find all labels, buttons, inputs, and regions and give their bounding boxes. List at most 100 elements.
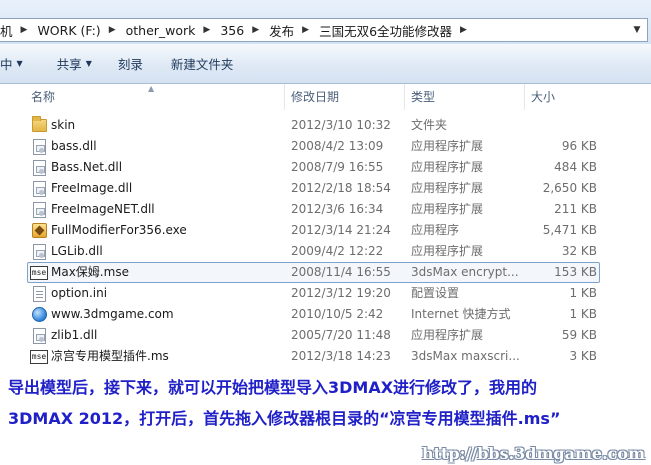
file-name: 凉宫专用模型插件.ms — [51, 349, 169, 363]
file-type: 3dsMax encrypt... — [411, 265, 519, 279]
file-name: www.3dmgame.com — [51, 307, 174, 321]
folder-icon — [30, 115, 48, 136]
file-size: 153 KB — [554, 265, 597, 279]
column-header-name[interactable]: 名称 — [27, 84, 285, 110]
breadcrumb-other-work[interactable]: other_work ▶ — [122, 19, 217, 41]
dll-file-icon-glyph — [32, 180, 46, 197]
caption-line-1: 导出模型后，接下来，就可以开始把模型导入3DMAX进行修改了，我用的 — [8, 378, 538, 397]
chevron-right-icon[interactable]: ▶ — [21, 25, 28, 35]
file-size: 32 KB — [561, 244, 597, 258]
folder-icon-glyph — [31, 116, 47, 132]
toolbar-new-folder-button[interactable]: 新建文件夹 — [165, 50, 240, 78]
file-modified-date: 2009/4/2 12:22 — [291, 244, 384, 258]
file-name: FreeImage.dll — [51, 181, 133, 195]
dll-file-icon — [30, 325, 48, 346]
toolbar-share-button[interactable]: 共享 ▼ — [51, 50, 98, 78]
column-header-type[interactable]: 类型 — [407, 84, 525, 110]
internet-shortcut-icon-glyph — [31, 307, 47, 322]
file-type: 应用程序扩展 — [411, 202, 484, 216]
file-size: 1 KB — [569, 307, 597, 321]
file-modified-date: 2010/10/5 2:42 — [291, 307, 384, 321]
breadcrumb-release[interactable]: 发布 ▶ — [265, 19, 315, 41]
file-row[interactable]: FreeImage.dll 2012/2/18 18:54 应用程序扩展 2,650 … — [0, 178, 651, 199]
file-name: FreeImageNET.dll — [51, 202, 155, 216]
file-type: Internet 快捷方式 — [411, 307, 511, 321]
file-modified-date: 2005/7/20 11:48 — [291, 328, 391, 342]
chevron-down-icon: ▼ — [85, 59, 92, 68]
file-name: option.ini — [51, 286, 108, 300]
chevron-right-icon[interactable]: ▶ — [460, 25, 467, 35]
file-modified-date: 2012/3/18 14:23 — [291, 349, 391, 363]
column-header-label: 大小 — [531, 90, 556, 104]
column-header-label: 修改日期 — [291, 90, 340, 104]
breadcrumb-computer[interactable]: 机 ▶ — [0, 19, 33, 41]
chevron-down-icon[interactable]: ▼ — [627, 19, 647, 41]
file-size: 2,650 KB — [542, 181, 597, 195]
mse-file-icon: mse — [30, 262, 48, 283]
chevron-right-icon[interactable]: ▶ — [302, 25, 309, 35]
file-row[interactable]: mse Max保姆.mse 2008/11/4 16:55 3dsMax encryp… — [0, 262, 651, 283]
chevron-right-icon[interactable]: ▶ — [109, 25, 116, 35]
watermark-text: http://bbs.3dmgame.com — [422, 444, 645, 463]
file-type: 应用程序扩展 — [411, 160, 484, 174]
toolbar-button-label: 刻录 — [117, 57, 143, 72]
file-row[interactable]: LGLib.dll 2009/4/2 12:22 应用程序扩展 32 KB — [0, 241, 651, 262]
ini-file-icon — [30, 283, 48, 304]
chevron-right-icon[interactable]: ▶ — [203, 25, 210, 35]
file-size: 484 KB — [554, 160, 597, 174]
dll-file-icon — [30, 199, 48, 220]
file-row[interactable]: Bass.Net.dll 2008/7/9 16:55 应用程序扩展 484 KB — [0, 157, 651, 178]
breadcrumb-current-folder[interactable]: 三国无双6全功能修改器 ▶ — [315, 19, 473, 41]
file-modified-date: 2008/11/4 16:55 — [291, 265, 391, 279]
toolbar-button-label: 共享 — [56, 57, 82, 72]
file-size: 1 KB — [569, 286, 597, 300]
file-row[interactable]: FreeImageNET.dll 2012/3/6 16:34 应用程序扩展 211 … — [0, 199, 651, 220]
file-size: 3 KB — [569, 349, 597, 363]
dll-file-icon-glyph — [32, 138, 46, 155]
file-row[interactable]: option.ini 2012/3/12 19:20 配置设置 1 KB — [0, 283, 651, 304]
dll-file-icon — [30, 241, 48, 262]
breadcrumb-label: other_work — [125, 22, 196, 38]
toolbar-button-label: 新建文件夹 — [170, 57, 234, 72]
file-name: LGLib.dll — [51, 244, 103, 258]
file-modified-date: 2012/3/12 19:20 — [291, 286, 391, 300]
file-type: 应用程序扩展 — [411, 139, 484, 153]
file-row[interactable]: www.3dmgame.com 2010/10/5 2:42 Internet 快捷… — [0, 304, 651, 325]
exe-app-icon — [30, 220, 48, 241]
file-row[interactable]: FullModifierFor356.exe 2012/3/14 21:24 应用程… — [0, 220, 651, 241]
file-modified-date: 2012/3/6 16:34 — [291, 202, 384, 216]
tutorial-caption: 导出模型后，接下来，就可以开始把模型导入3DMAX进行修改了，我用的 3DMAX… — [0, 372, 651, 465]
file-modified-date: 2012/2/18 18:54 — [291, 181, 391, 195]
column-header-date[interactable]: 修改日期 — [287, 84, 405, 110]
toolbar-include-in-library-button[interactable]: 中 ▼ — [0, 50, 29, 78]
breadcrumb-label: 三国无双6全功能修改器 — [319, 23, 453, 39]
file-name: FullModifierFor356.exe — [51, 223, 187, 237]
file-modified-date: 2012/3/10 10:32 — [291, 118, 391, 132]
ini-file-icon-glyph — [32, 285, 46, 302]
file-row[interactable]: zlib1.dll 2005/7/20 11:48 应用程序扩展 59 KB — [0, 325, 651, 346]
column-header-size[interactable]: 大小 — [527, 84, 607, 110]
breadcrumb-drive[interactable]: WORK (F:) ▶ — [33, 19, 121, 41]
dll-file-icon-glyph — [32, 159, 46, 176]
column-header-row: ▲ 名称 修改日期 类型 大小 — [0, 84, 651, 110]
file-row[interactable]: skin 2012/3/10 10:32 文件夹 — [0, 115, 651, 136]
file-type: 配置设置 — [411, 286, 460, 300]
dll-file-icon — [30, 178, 48, 199]
breadcrumb-label: 356 — [220, 22, 245, 38]
toolbar-burn-button[interactable]: 刻录 — [112, 50, 149, 78]
file-row[interactable]: bass.dll 2008/4/2 13:09 应用程序扩展 96 KB — [0, 136, 651, 157]
mse-file-icon-glyph: mse — [30, 265, 48, 280]
file-name: Max保姆.mse — [51, 265, 129, 279]
file-name: zlib1.dll — [51, 328, 98, 342]
column-header-label: 名称 — [31, 90, 56, 104]
breadcrumb-356[interactable]: 356 ▶ — [216, 19, 265, 41]
file-modified-date: 2012/3/14 21:24 — [291, 223, 391, 237]
file-row[interactable]: mse 凉宫专用模型插件.ms 2012/3/18 14:23 3dsMax maxs… — [0, 346, 651, 367]
exe-app-icon-glyph — [31, 223, 47, 238]
file-size: 5,471 KB — [542, 223, 597, 237]
file-size: 211 KB — [554, 202, 597, 216]
mse-file-icon-glyph: mse — [30, 349, 48, 364]
address-bar[interactable]: 机 ▶ WORK (F:) ▶ other_work ▶ 356 ▶ 发布 ▶ … — [0, 18, 648, 42]
address-bar-area: 机 ▶ WORK (F:) ▶ other_work ▶ 356 ▶ 发布 ▶ … — [0, 0, 651, 44]
chevron-right-icon[interactable]: ▶ — [252, 25, 259, 35]
